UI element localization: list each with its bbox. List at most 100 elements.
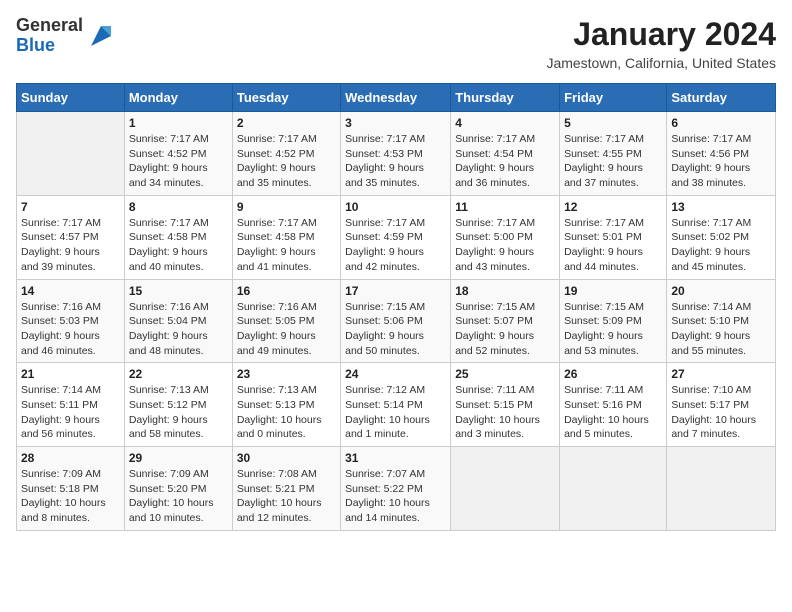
cell-info: Sunrise: 7:15 AM Sunset: 5:09 PM Dayligh… <box>564 300 662 359</box>
cell-info: Sunrise: 7:17 AM Sunset: 5:02 PM Dayligh… <box>671 216 771 275</box>
cell-date-number: 27 <box>671 367 771 381</box>
page-title: January 2024 <box>546 16 776 53</box>
cell-date-number: 15 <box>129 284 228 298</box>
cell-info: Sunrise: 7:14 AM Sunset: 5:11 PM Dayligh… <box>21 383 120 442</box>
cell-info: Sunrise: 7:17 AM Sunset: 4:59 PM Dayligh… <box>345 216 446 275</box>
cell-date-number: 28 <box>21 451 120 465</box>
day-header-saturday: Saturday <box>667 84 776 112</box>
title-block: January 2024 Jamestown, California, Unit… <box>546 16 776 71</box>
calendar-cell: 31 Sunrise: 7:07 AM Sunset: 5:22 PM Dayli… <box>341 447 451 531</box>
calendar-body: 1 Sunrise: 7:17 AM Sunset: 4:52 PM Daylig… <box>17 112 776 531</box>
day-header-monday: Monday <box>124 84 232 112</box>
calendar-cell: 14 Sunrise: 7:16 AM Sunset: 5:03 PM Dayli… <box>17 279 125 363</box>
cell-info: Sunrise: 7:09 AM Sunset: 5:18 PM Dayligh… <box>21 467 120 526</box>
calendar-cell: 4 Sunrise: 7:17 AM Sunset: 4:54 PM Daylig… <box>451 112 560 196</box>
calendar-cell: 12 Sunrise: 7:17 AM Sunset: 5:01 PM Dayli… <box>560 195 667 279</box>
cell-date-number: 17 <box>345 284 446 298</box>
logo: General Blue <box>16 16 115 56</box>
cell-info: Sunrise: 7:14 AM Sunset: 5:10 PM Dayligh… <box>671 300 771 359</box>
cell-date-number: 21 <box>21 367 120 381</box>
calendar-cell: 24Sunrise: 7:12 AM Sunset: 5:14 PM Dayli… <box>341 363 451 447</box>
cell-date-number: 25 <box>455 367 555 381</box>
cell-info: Sunrise: 7:13 AM Sunset: 5:12 PM Dayligh… <box>129 383 228 442</box>
cell-info: Sunrise: 7:17 AM Sunset: 4:53 PM Dayligh… <box>345 132 446 191</box>
cell-info: Sunrise: 7:16 AM Sunset: 5:04 PM Dayligh… <box>129 300 228 359</box>
calendar-cell <box>667 447 776 531</box>
day-header-thursday: Thursday <box>451 84 560 112</box>
cell-date-number: 10 <box>345 200 446 214</box>
calendar-cell: 20 Sunrise: 7:14 AM Sunset: 5:10 PM Dayli… <box>667 279 776 363</box>
calendar-week-0: 1 Sunrise: 7:17 AM Sunset: 4:52 PM Daylig… <box>17 112 776 196</box>
day-header-tuesday: Tuesday <box>232 84 340 112</box>
cell-info: Sunrise: 7:15 AM Sunset: 5:06 PM Dayligh… <box>345 300 446 359</box>
calendar-cell: 2Sunrise: 7:17 AM Sunset: 4:52 PM Daylig… <box>232 112 340 196</box>
cell-info: Sunrise: 7:08 AM Sunset: 5:21 PM Dayligh… <box>237 467 336 526</box>
cell-info: Sunrise: 7:11 AM Sunset: 5:16 PM Dayligh… <box>564 383 662 442</box>
cell-date-number: 9 <box>237 200 336 214</box>
calendar-cell: 19Sunrise: 7:15 AM Sunset: 5:09 PM Dayli… <box>560 279 667 363</box>
cell-date-number: 23 <box>237 367 336 381</box>
cell-date-number: 26 <box>564 367 662 381</box>
cell-date-number: 22 <box>129 367 228 381</box>
day-header-wednesday: Wednesday <box>341 84 451 112</box>
calendar-cell: 15 Sunrise: 7:16 AM Sunset: 5:04 PM Dayli… <box>124 279 232 363</box>
cell-info: Sunrise: 7:11 AM Sunset: 5:15 PM Dayligh… <box>455 383 555 442</box>
cell-date-number: 2 <box>237 116 336 130</box>
cell-date-number: 8 <box>129 200 228 214</box>
cell-date-number: 1 <box>129 116 228 130</box>
cell-info: Sunrise: 7:07 AM Sunset: 5:22 PM Dayligh… <box>345 467 446 526</box>
logo-blue-text: Blue <box>16 36 83 56</box>
cell-info: Sunrise: 7:12 AM Sunset: 5:14 PM Dayligh… <box>345 383 446 442</box>
cell-date-number: 12 <box>564 200 662 214</box>
calendar-cell: 28 Sunrise: 7:09 AM Sunset: 5:18 PM Dayli… <box>17 447 125 531</box>
calendar-cell: 5 Sunrise: 7:17 AM Sunset: 4:55 PM Daylig… <box>560 112 667 196</box>
cell-info: Sunrise: 7:09 AM Sunset: 5:20 PM Dayligh… <box>129 467 228 526</box>
cell-date-number: 29 <box>129 451 228 465</box>
cell-date-number: 7 <box>21 200 120 214</box>
calendar-cell <box>17 112 125 196</box>
calendar-week-2: 14 Sunrise: 7:16 AM Sunset: 5:03 PM Dayli… <box>17 279 776 363</box>
day-header-sunday: Sunday <box>17 84 125 112</box>
cell-info: Sunrise: 7:16 AM Sunset: 5:03 PM Dayligh… <box>21 300 120 359</box>
cell-info: Sunrise: 7:10 AM Sunset: 5:17 PM Dayligh… <box>671 383 771 442</box>
cell-date-number: 20 <box>671 284 771 298</box>
calendar-cell: 18 Sunrise: 7:15 AM Sunset: 5:07 PM Dayli… <box>451 279 560 363</box>
calendar-cell <box>560 447 667 531</box>
calendar-week-4: 28 Sunrise: 7:09 AM Sunset: 5:18 PM Dayli… <box>17 447 776 531</box>
page-header: General Blue January 2024 Jamestown, Cal… <box>16 16 776 71</box>
calendar-cell: 17 Sunrise: 7:15 AM Sunset: 5:06 PM Dayli… <box>341 279 451 363</box>
calendar-cell: 29 Sunrise: 7:09 AM Sunset: 5:20 PM Dayli… <box>124 447 232 531</box>
calendar-cell: 10 Sunrise: 7:17 AM Sunset: 4:59 PM Dayli… <box>341 195 451 279</box>
cell-info: Sunrise: 7:13 AM Sunset: 5:13 PM Dayligh… <box>237 383 336 442</box>
cell-info: Sunrise: 7:17 AM Sunset: 5:01 PM Dayligh… <box>564 216 662 275</box>
cell-info: Sunrise: 7:15 AM Sunset: 5:07 PM Dayligh… <box>455 300 555 359</box>
cell-date-number: 14 <box>21 284 120 298</box>
cell-info: Sunrise: 7:17 AM Sunset: 4:55 PM Dayligh… <box>564 132 662 191</box>
calendar-cell: 26 Sunrise: 7:11 AM Sunset: 5:16 PM Dayli… <box>560 363 667 447</box>
calendar-cell: 22 Sunrise: 7:13 AM Sunset: 5:12 PM Dayli… <box>124 363 232 447</box>
calendar-week-1: 7Sunrise: 7:17 AM Sunset: 4:57 PM Daylig… <box>17 195 776 279</box>
calendar-cell: 11Sunrise: 7:17 AM Sunset: 5:00 PM Dayli… <box>451 195 560 279</box>
cell-info: Sunrise: 7:17 AM Sunset: 4:56 PM Dayligh… <box>671 132 771 191</box>
cell-date-number: 4 <box>455 116 555 130</box>
cell-date-number: 5 <box>564 116 662 130</box>
calendar-table: SundayMondayTuesdayWednesdayThursdayFrid… <box>16 83 776 531</box>
calendar-cell: 3Sunrise: 7:17 AM Sunset: 4:53 PM Daylig… <box>341 112 451 196</box>
calendar-week-3: 21 Sunrise: 7:14 AM Sunset: 5:11 PM Dayli… <box>17 363 776 447</box>
cell-info: Sunrise: 7:17 AM Sunset: 4:54 PM Dayligh… <box>455 132 555 191</box>
calendar-cell: 13Sunrise: 7:17 AM Sunset: 5:02 PM Dayli… <box>667 195 776 279</box>
calendar-cell: 30Sunrise: 7:08 AM Sunset: 5:21 PM Dayli… <box>232 447 340 531</box>
cell-date-number: 18 <box>455 284 555 298</box>
calendar-cell: 8Sunrise: 7:17 AM Sunset: 4:58 PM Daylig… <box>124 195 232 279</box>
cell-info: Sunrise: 7:17 AM Sunset: 4:52 PM Dayligh… <box>129 132 228 191</box>
cell-info: Sunrise: 7:16 AM Sunset: 5:05 PM Dayligh… <box>237 300 336 359</box>
calendar-cell: 25 Sunrise: 7:11 AM Sunset: 5:15 PM Dayli… <box>451 363 560 447</box>
cell-info: Sunrise: 7:17 AM Sunset: 5:00 PM Dayligh… <box>455 216 555 275</box>
calendar-header: SundayMondayTuesdayWednesdayThursdayFrid… <box>17 84 776 112</box>
cell-date-number: 16 <box>237 284 336 298</box>
logo-icon <box>87 22 115 50</box>
cell-date-number: 6 <box>671 116 771 130</box>
logo-general-text: General <box>16 16 83 36</box>
cell-date-number: 31 <box>345 451 446 465</box>
calendar-cell: 7Sunrise: 7:17 AM Sunset: 4:57 PM Daylig… <box>17 195 125 279</box>
